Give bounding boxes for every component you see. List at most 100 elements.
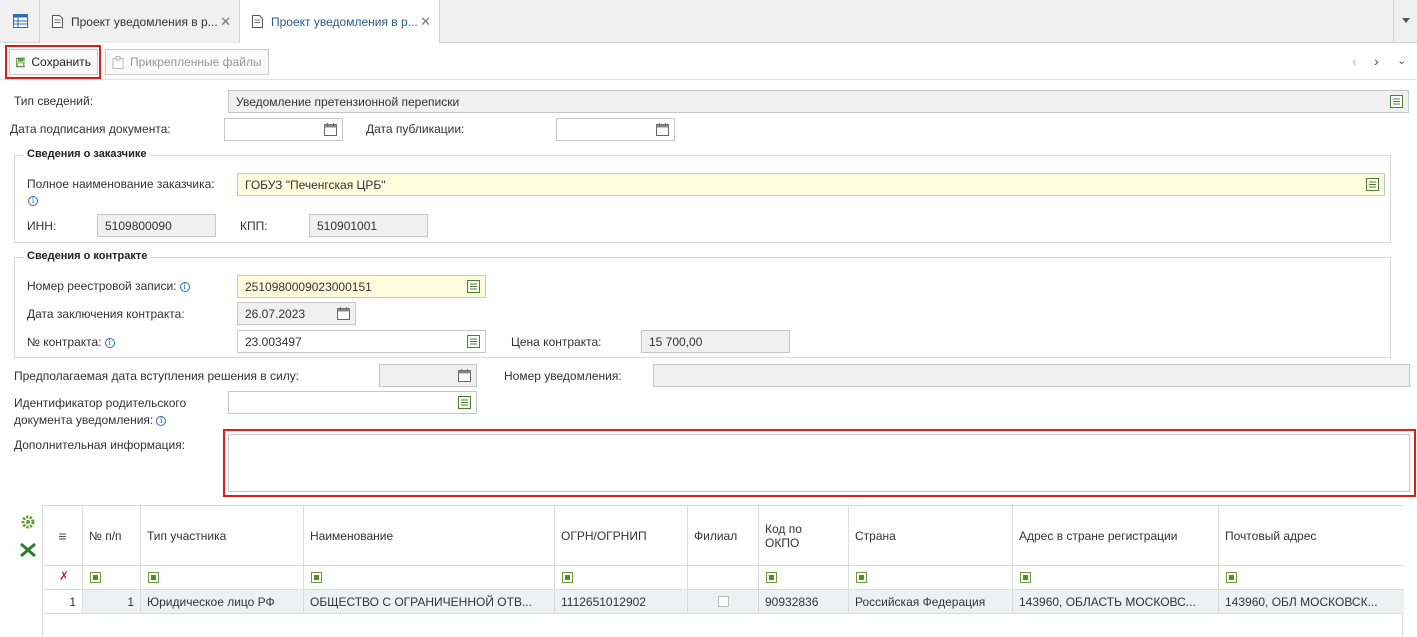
lookup-icon[interactable] [467,280,480,293]
tab-notice-1[interactable]: Проект уведомления в р... ✕ [40,0,240,43]
cell-ogrn[interactable]: 1112651012902 [555,590,688,614]
col-header-branch[interactable]: Филиал [688,506,759,566]
contract-date-label: Дата заключения контракта: [27,307,185,321]
cell-country[interactable]: Российская Федерация [849,590,1013,614]
save-highlight [5,45,101,79]
contract-no-field[interactable]: 23.003497 [237,330,486,353]
filter-checkbox[interactable] [856,572,867,583]
info-icon[interactable]: i [28,196,38,206]
tab-label: Проект уведомления в р... [271,14,418,29]
chevron-left-icon[interactable]: ‹ [1352,53,1357,69]
home-tab[interactable] [0,0,40,43]
filter-cell[interactable] [759,566,849,590]
col-header-name[interactable]: Наименование [304,506,555,566]
filter-checkbox[interactable] [766,572,777,583]
col-header-label: № п/п [89,528,122,543]
inn-label: ИНН: [27,219,57,233]
settings-gear-icon[interactable] [20,514,36,530]
attached-label: Прикрепленные файлы [130,55,262,69]
table-row-index[interactable]: 1 [43,590,83,614]
filter-checkbox[interactable] [1226,572,1237,583]
filter-checkbox[interactable] [562,572,573,583]
calendar-icon[interactable] [324,123,337,136]
filter-cell[interactable] [688,566,759,590]
filter-cell[interactable] [1219,566,1404,590]
info-icon[interactable]: i [179,281,190,292]
info-type-value: Уведомление претензионной переписки [236,95,460,109]
grid-menu-header[interactable]: ≡ [43,506,83,566]
lookup-icon[interactable] [458,396,471,409]
notice-no-label: Номер уведомления: [504,369,622,383]
effective-date-label: Предполагаемая дата вступления решения в… [14,369,300,383]
col-header-address[interactable]: Адрес в стране регистрации [1013,506,1219,566]
tab-bar: Проект уведомления в р... ✕ Проект уведо… [0,0,1417,44]
col-header-postal[interactable]: Почтовый адрес [1219,506,1404,566]
price-label: Цена контракта: [511,335,602,349]
notice-no-field[interactable] [653,364,1410,387]
close-icon[interactable]: ✕ [420,14,431,30]
cell-okpo[interactable]: 90932836 [759,590,849,614]
info-icon[interactable]: i [104,337,115,348]
col-header-num[interactable]: № п/п [83,506,141,566]
tab-list-dropdown[interactable] [1393,0,1417,43]
lookup-icon[interactable] [1366,178,1379,191]
info-icon[interactable]: i [156,415,167,426]
cell-postal[interactable]: 143960, ОБЛ МОСКОВСК... [1219,590,1404,614]
registry-field[interactable]: 2510980009023000151 [237,275,486,298]
chevron-down-icon[interactable]: ⌄ [1397,54,1406,67]
calendar-icon[interactable] [458,369,471,382]
pub-date-field[interactable] [556,118,675,141]
sign-date-field[interactable] [224,118,343,141]
filter-cell[interactable] [83,566,141,590]
registry-label-text: Номер реестровой записи: [27,279,177,293]
col-header-okpo[interactable]: Код по ОКПО [759,506,849,566]
close-icon[interactable]: ✕ [220,14,231,30]
excel-export-icon[interactable] [20,543,36,557]
info-type-field[interactable]: Уведомление претензионной переписки [228,90,1409,113]
col-header-type[interactable]: Тип участника [141,506,304,566]
filter-cell[interactable] [1013,566,1219,590]
col-header-ogrn[interactable]: ОГРН/ОГРНИП [555,506,688,566]
filter-checkbox[interactable] [311,572,322,583]
chevron-right-icon[interactable]: › [1374,53,1379,69]
tab-notice-2[interactable]: Проект уведомления в р... ✕ [240,0,440,44]
col-header-country[interactable]: Страна [849,506,1013,566]
price-field[interactable]: 15 700,00 [641,330,790,353]
customer-name-field[interactable]: ГОБУЗ "Печенгская ЦРБ" [237,173,1385,196]
filter-cell[interactable] [849,566,1013,590]
contract-date-field[interactable]: 26.07.2023 [237,302,356,325]
kpp-field[interactable]: 510901001 [309,214,428,237]
filter-cell[interactable] [555,566,688,590]
filter-cell[interactable] [141,566,304,590]
filter-cell[interactable] [304,566,555,590]
inn-field[interactable]: 5109800090 [97,214,216,237]
lookup-icon[interactable] [467,335,480,348]
pub-date-label: Дата публикации: [366,122,465,136]
filter-checkbox[interactable] [90,572,101,583]
lookup-icon[interactable] [1390,95,1403,108]
branch-checkbox[interactable] [718,596,729,607]
parent-id-field[interactable] [228,391,477,414]
cell-value: Юридическое лицо РФ [147,595,275,609]
calendar-icon[interactable] [656,123,669,136]
cell-address[interactable]: 143960, ОБЛАСТЬ МОСКОВС... [1013,590,1219,614]
cell-name[interactable]: ОБЩЕСТВО С ОГРАНИЧЕННОЙ ОТВ... [304,590,555,614]
clear-filter-icon[interactable]: ✗ [59,569,69,583]
cell-value: ОБЩЕСТВО С ОГРАНИЧЕННОЙ ОТВ... [310,595,532,609]
filter-clear-cell[interactable]: ✗ [43,566,83,590]
menu-icon[interactable]: ≡ [58,528,66,544]
parent-id-label-line2: документа уведомления: i [14,413,167,427]
calendar-icon[interactable] [337,307,350,320]
chevron-down-icon [1402,18,1410,23]
contract-no-label: № контракта: i [27,335,115,349]
info-type-label: Тип сведений: [14,94,94,108]
filter-checkbox[interactable] [1020,572,1031,583]
cell-type[interactable]: Юридическое лицо РФ [141,590,304,614]
effective-date-field[interactable] [379,364,477,387]
filter-checkbox[interactable] [148,572,159,583]
cell-num[interactable]: 1 [83,590,141,614]
extra-info-textarea[interactable] [228,434,1410,492]
attached-files-button[interactable]: Прикрепленные файлы [105,49,269,75]
cell-branch[interactable] [688,590,759,614]
price-value: 15 700,00 [649,335,703,349]
